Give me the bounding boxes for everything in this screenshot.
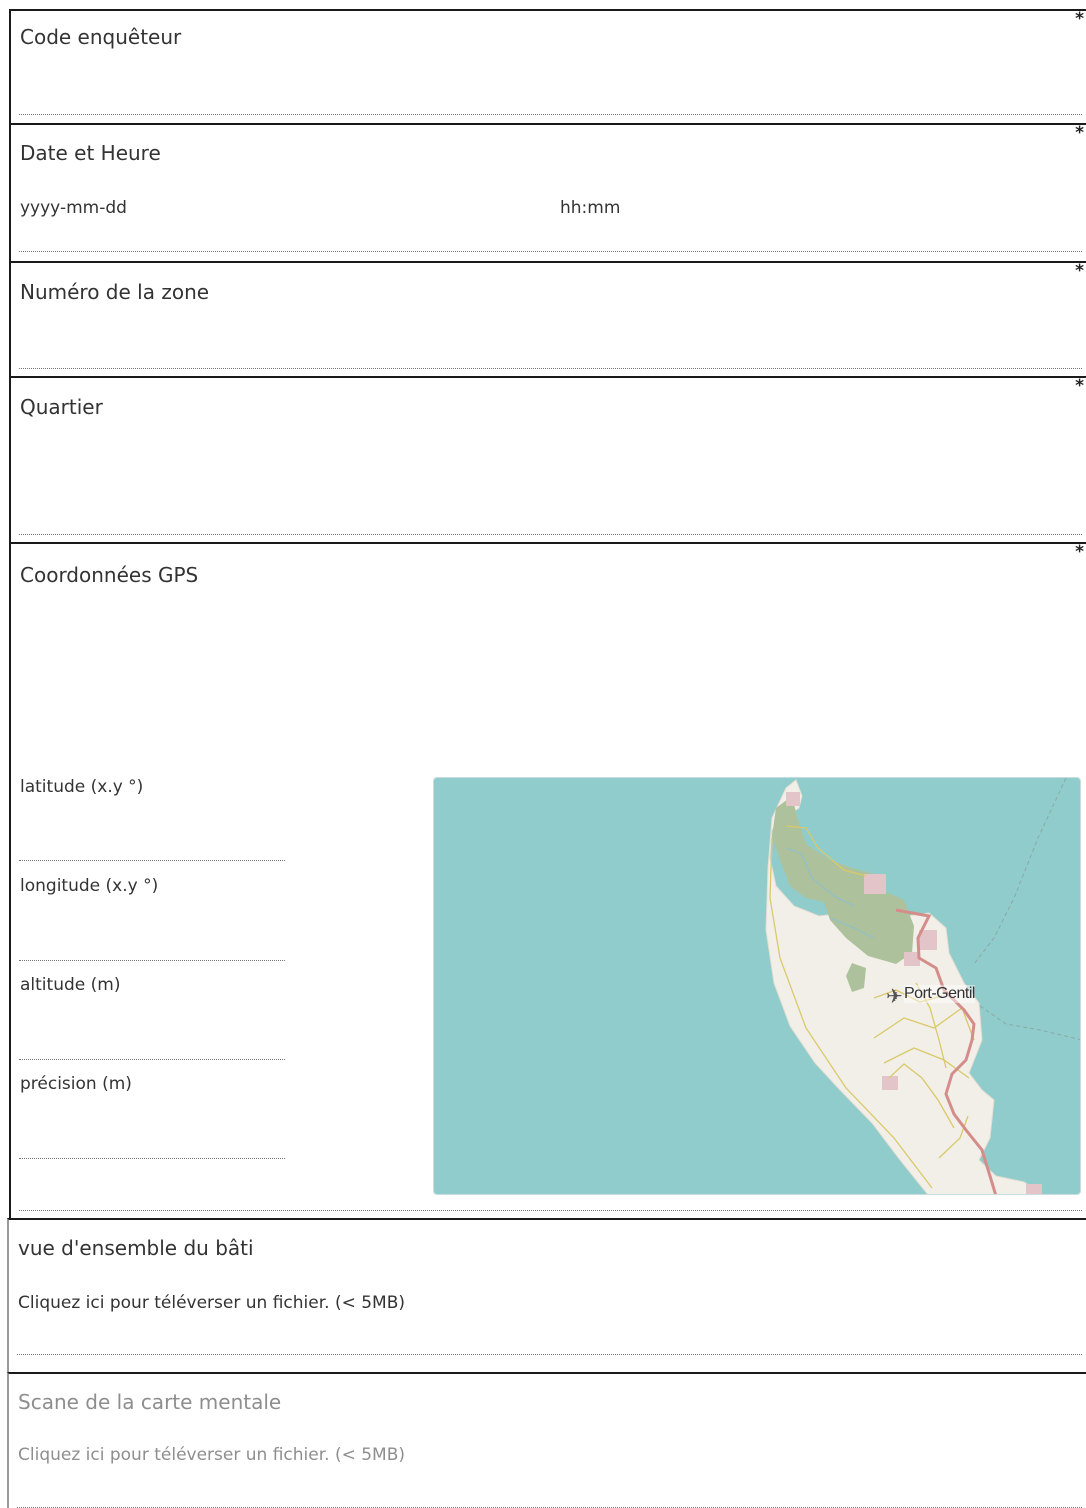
carte-mentale-upload[interactable]: Cliquez ici pour téléverser un fichier. … (18, 1445, 405, 1465)
required-marker: * (1075, 9, 1084, 29)
date-heure-label: Date et Heure (20, 141, 161, 165)
precision-underline (19, 1158, 285, 1159)
map-tiles[interactable]: ✈ (434, 778, 1081, 1195)
map-landuse (1026, 1184, 1042, 1194)
altitude-input[interactable] (19, 1014, 289, 1060)
code-enqueteur-underline (19, 114, 1082, 115)
question-carte-mentale: Scane de la carte mentale Cliquez ici po… (7, 1372, 1086, 1508)
time-input[interactable]: hh:mm (560, 198, 620, 218)
required-marker: * (1075, 376, 1084, 396)
precision-input[interactable] (19, 1113, 289, 1159)
map-landuse (882, 1076, 898, 1090)
latitude-underline (19, 860, 285, 861)
numero-zone-input[interactable] (19, 323, 1083, 367)
code-enqueteur-label: Code enquêteur (20, 25, 182, 49)
longitude-underline (19, 960, 285, 961)
question-code-enqueteur: Code enquêteur * (9, 9, 1086, 123)
altitude-underline (19, 1059, 285, 1060)
date-input[interactable]: yyyy-mm-dd (20, 198, 127, 218)
carte-mentale-label: Scane de la carte mentale (18, 1390, 282, 1414)
required-marker: * (1075, 123, 1084, 143)
map-landuse (786, 792, 800, 806)
numero-zone-underline (19, 368, 1082, 369)
map-place-label: Port-Gentil (904, 985, 975, 1003)
gps-map[interactable]: ✈ Port-Gentil (433, 777, 1081, 1195)
vue-ensemble-label: vue d'ensemble du bâti (18, 1236, 254, 1260)
gps-underline (19, 1210, 1082, 1211)
airport-icon: ✈ (886, 984, 903, 1008)
code-enqueteur-input[interactable] (19, 71, 1083, 115)
question-quartier: Quartier * (9, 376, 1086, 542)
quartier-label: Quartier (20, 395, 103, 419)
latitude-input[interactable] (19, 814, 289, 860)
vue-ensemble-underline (17, 1354, 1082, 1355)
date-heure-underline (19, 251, 1082, 252)
altitude-label: altitude (m) (20, 975, 121, 995)
quartier-underline (19, 534, 1082, 535)
question-date-heure: Date et Heure * yyyy-mm-dd hh:mm (9, 123, 1086, 261)
gps-label: Coordonnées GPS (20, 563, 199, 587)
required-marker: * (1075, 542, 1084, 562)
map-landuse (864, 874, 886, 894)
question-vue-ensemble: vue d'ensemble du bâti Cliquez ici pour … (7, 1218, 1086, 1374)
quartier-input[interactable] (19, 438, 1083, 530)
longitude-input[interactable] (19, 914, 289, 960)
precision-label: précision (m) (20, 1074, 132, 1094)
question-numero-zone: Numéro de la zone * (9, 261, 1086, 376)
numero-zone-label: Numéro de la zone (20, 280, 210, 304)
required-marker: * (1075, 261, 1084, 281)
vue-ensemble-upload[interactable]: Cliquez ici pour téléverser un fichier. … (18, 1293, 405, 1313)
latitude-label: latitude (x.y °) (20, 777, 144, 797)
longitude-label: longitude (x.y °) (20, 876, 159, 896)
